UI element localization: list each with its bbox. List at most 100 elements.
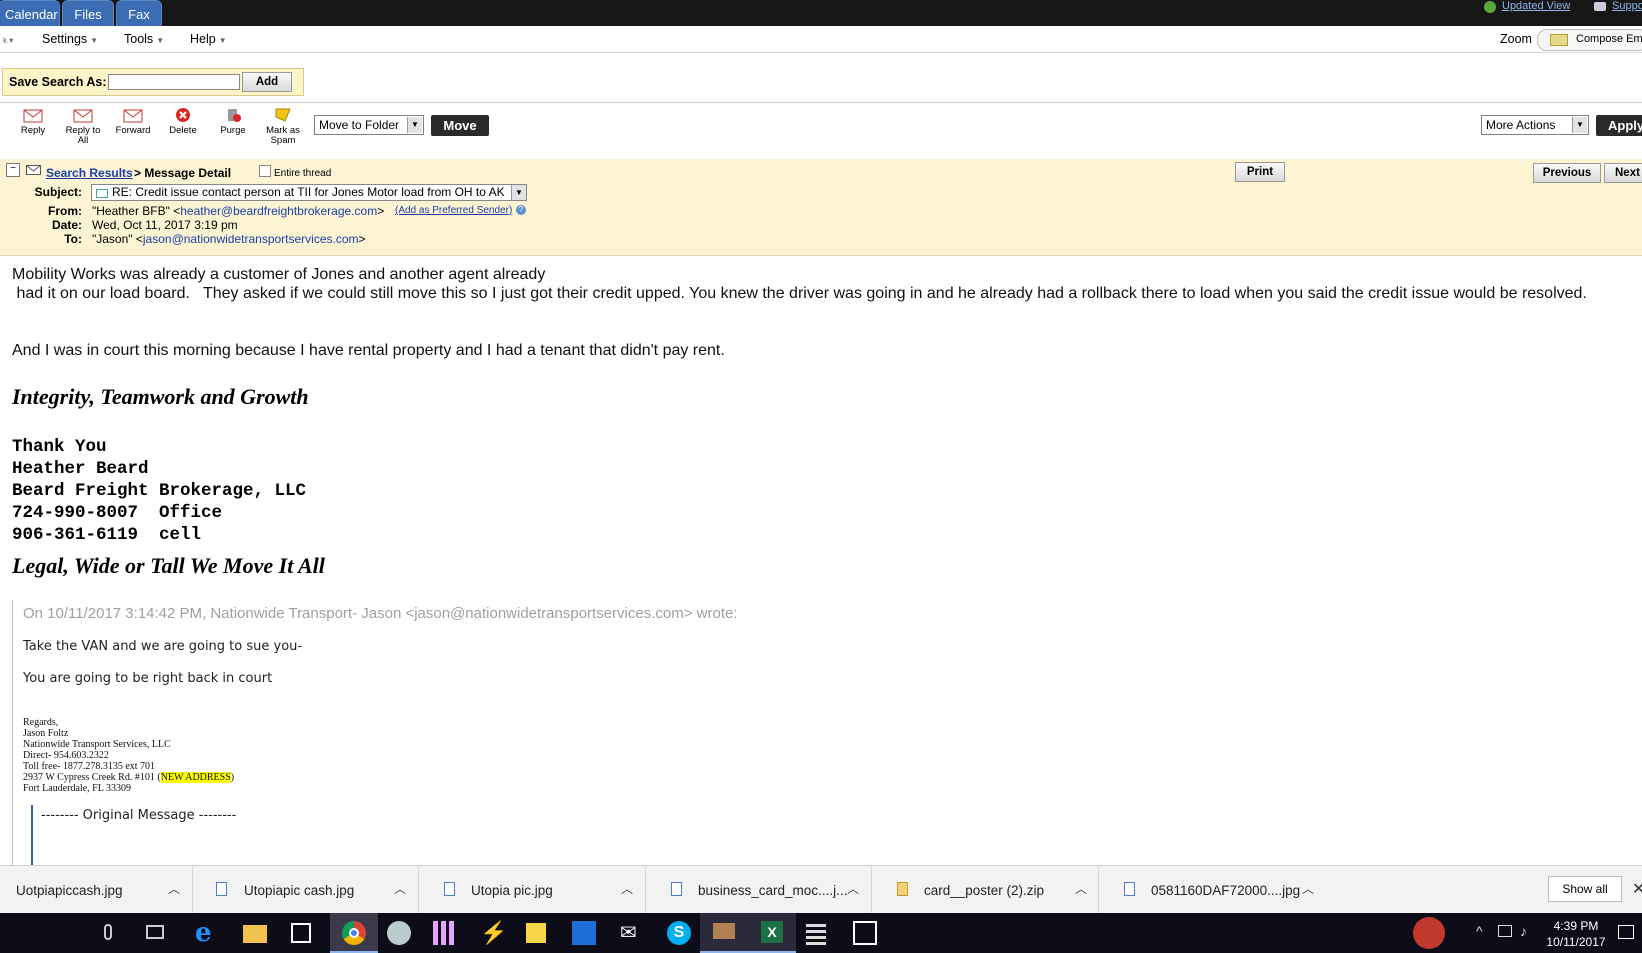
reply-all-label: Reply to All bbox=[65, 125, 101, 146]
download-filename: business_card_moc....j... bbox=[698, 883, 848, 898]
more-actions-select[interactable]: More Actions ▼ bbox=[1481, 115, 1589, 135]
forward-label: Forward bbox=[115, 125, 151, 136]
file-explorer-icon[interactable] bbox=[243, 925, 267, 943]
download-item[interactable]: Uotpiapiccash.jpg ︿ bbox=[0, 866, 193, 914]
download-filename: card__poster (2).zip bbox=[924, 883, 1045, 898]
microphone-icon[interactable] bbox=[104, 924, 112, 940]
download-item[interactable]: Utopia pic.jpg ︿ bbox=[418, 866, 646, 914]
app-blue-icon[interactable] bbox=[572, 921, 596, 945]
menu-tools[interactable]: Tools ▼ bbox=[124, 32, 164, 46]
download-item[interactable]: card__poster (2).zip ︿ bbox=[871, 866, 1099, 914]
updated-view-link[interactable]: Updated View bbox=[1502, 0, 1570, 12]
menu-prev-caret[interactable]: k ▾ bbox=[0, 32, 13, 46]
signature-line: 906-361-6119 cell bbox=[12, 525, 202, 545]
tab-files[interactable]: Files bbox=[62, 0, 114, 26]
body-line-2: had it on our load board. They asked if … bbox=[12, 285, 1587, 302]
security-shield-icon[interactable] bbox=[1413, 917, 1445, 949]
close-icon[interactable]: ✕ bbox=[1632, 879, 1642, 899]
entire-thread-checkbox[interactable] bbox=[259, 165, 271, 177]
notifications-icon[interactable] bbox=[1618, 925, 1634, 939]
menu-settings[interactable]: Settings ▼ bbox=[42, 32, 98, 46]
mark-spam-button[interactable]: Mark as Spam bbox=[260, 107, 306, 146]
task-view-icon[interactable] bbox=[146, 925, 164, 939]
body-line-1: Mobility Works was already a customer of… bbox=[12, 266, 546, 283]
chevron-up-icon[interactable]: ^ bbox=[1476, 923, 1483, 939]
calculator-icon[interactable] bbox=[806, 921, 826, 945]
chevron-up-icon[interactable]: ︿ bbox=[168, 880, 180, 897]
help-icon[interactable]: ? bbox=[516, 205, 526, 215]
show-all-button[interactable]: Show all bbox=[1548, 876, 1622, 902]
new-address-highlight: NEW ADDRESS bbox=[160, 772, 231, 783]
network-icon[interactable] bbox=[1498, 925, 1512, 937]
download-item[interactable]: Utopiapic cash.jpg ︿ bbox=[192, 866, 419, 914]
save-search-input[interactable] bbox=[108, 74, 240, 90]
next-button[interactable]: Next bbox=[1604, 163, 1642, 183]
chevron-up-icon[interactable]: ︿ bbox=[621, 880, 633, 897]
download-filename: Utopiapic cash.jpg bbox=[244, 883, 355, 898]
move-button[interactable]: Move bbox=[431, 115, 489, 136]
to-email-link[interactable]: jason@nationwidetransportservices.com bbox=[143, 232, 359, 246]
collapse-toggle[interactable]: − bbox=[6, 163, 20, 177]
download-item[interactable]: business_card_moc....j... ︿ bbox=[645, 866, 872, 914]
edge-icon[interactable]: e bbox=[195, 920, 219, 946]
chrome-icon-center bbox=[349, 928, 359, 938]
menu-bar: k ▾ Settings ▼ Tools ▼ Help ▼ Zoom Compose … bbox=[0, 26, 1642, 53]
clock-time[interactable]: 4:39 PM bbox=[1544, 919, 1608, 933]
chevron-down-icon[interactable]: ▼ bbox=[511, 185, 526, 200]
chevron-up-icon[interactable]: ︿ bbox=[1075, 880, 1087, 897]
tab-calendar[interactable]: Calendar bbox=[0, 0, 60, 26]
chevron-down-icon: ▼ bbox=[1572, 117, 1587, 133]
move-to-folder-select[interactable]: Move to Folder ▼ bbox=[314, 115, 424, 135]
volume-icon[interactable]: ♪ bbox=[1520, 923, 1527, 939]
signature-motto: Integrity, Teamwork and Growth bbox=[12, 384, 309, 409]
chevron-up-icon[interactable]: ︿ bbox=[847, 880, 859, 897]
to-value: "Jason" <jason@nationwidetransportservic… bbox=[92, 232, 366, 246]
chrome-taskbar-button[interactable] bbox=[330, 913, 378, 953]
reply-button[interactable]: Reply bbox=[10, 107, 56, 136]
compose-label: Compose Ema bbox=[1576, 33, 1642, 45]
top-tab-bar: Calendar Files Fax Updated View Suppo bbox=[0, 0, 1642, 26]
breadcrumb-search-results[interactable]: Search Results bbox=[46, 166, 133, 180]
chevron-down-icon: ▼ bbox=[407, 117, 422, 133]
support-link[interactable]: Suppo bbox=[1612, 0, 1642, 12]
photos-icon[interactable] bbox=[853, 921, 877, 945]
image-file-icon bbox=[671, 882, 682, 896]
compose-email-button[interactable]: Compose Ema bbox=[1537, 29, 1642, 51]
clock-date[interactable]: 10/11/2017 bbox=[1544, 935, 1608, 949]
chevron-up-icon[interactable]: ︿ bbox=[394, 880, 406, 897]
entire-thread-label: Entire thread bbox=[274, 168, 332, 179]
from-email-link[interactable]: heather@beardfreightbrokerage.com bbox=[180, 204, 377, 218]
delete-icon bbox=[176, 108, 190, 122]
to-label: To: bbox=[64, 232, 82, 246]
calculator-grid-icon[interactable] bbox=[433, 921, 457, 945]
delete-button[interactable]: Delete bbox=[160, 107, 206, 136]
apply-button[interactable]: Apply bbox=[1596, 115, 1642, 136]
from-name: "Heather BFB" < bbox=[92, 204, 181, 218]
add-preferred-sender-link[interactable]: (Add as Preferred Sender) bbox=[395, 205, 512, 216]
menu-help[interactable]: Help ▼ bbox=[190, 32, 227, 46]
print-button[interactable]: Print bbox=[1235, 162, 1285, 182]
mail-icon[interactable]: ✉ bbox=[620, 921, 644, 945]
download-item[interactable]: 0581160DAF72000....jpg ︿ bbox=[1098, 866, 1324, 914]
download-filename: 0581160DAF72000....jpg bbox=[1151, 883, 1301, 898]
store-icon[interactable] bbox=[291, 923, 311, 943]
app-icon[interactable] bbox=[387, 921, 411, 945]
sticky-notes-icon[interactable] bbox=[526, 923, 546, 943]
zoom-control[interactable]: Zoom bbox=[1500, 32, 1532, 46]
purge-icon bbox=[228, 109, 241, 122]
app-taskbar-button[interactable] bbox=[700, 913, 748, 953]
forward-button[interactable]: Forward bbox=[110, 107, 156, 136]
subject-field[interactable]: RE: Credit issue contact person at TII f… bbox=[91, 184, 527, 201]
excel-icon: X bbox=[761, 921, 783, 943]
excel-taskbar-button[interactable]: X bbox=[748, 913, 796, 953]
chevron-up-icon[interactable]: ︿ bbox=[1302, 880, 1314, 897]
skype-icon[interactable]: S bbox=[667, 921, 691, 945]
running-man-icon[interactable]: ⚡ bbox=[480, 921, 507, 945]
add-search-button[interactable]: Add bbox=[242, 72, 292, 92]
reply-all-button[interactable]: Reply to All bbox=[60, 107, 106, 146]
tab-fax[interactable]: Fax bbox=[116, 0, 162, 26]
previous-button[interactable]: Previous bbox=[1533, 163, 1601, 183]
delete-label: Delete bbox=[169, 125, 197, 136]
purge-label: Purge bbox=[220, 125, 246, 136]
purge-button[interactable]: Purge bbox=[210, 107, 256, 136]
